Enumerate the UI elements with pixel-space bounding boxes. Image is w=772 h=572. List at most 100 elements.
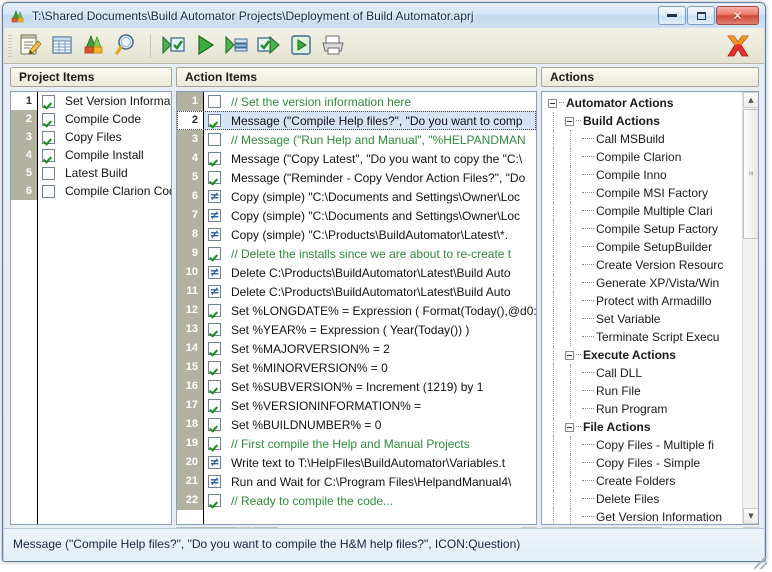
tree-collapse-icon[interactable] [548, 98, 557, 108]
exit-button[interactable] [722, 31, 756, 61]
action-item-checkbox-cell[interactable] [203, 434, 225, 453]
checkbox-checked-icon[interactable] [208, 399, 221, 412]
tree-leaf-node[interactable]: Copy Files - Simple [542, 454, 740, 472]
action-item-row[interactable]: 19 // First compile the Help and Manual P… [177, 434, 536, 453]
find-button[interactable] [112, 31, 142, 61]
run-step-button[interactable] [223, 31, 253, 61]
tree-group-node[interactable]: Automator Actions [542, 94, 740, 112]
project-item-row[interactable]: 5 Latest Build [11, 164, 171, 182]
checkbox-notequal-icon[interactable] [208, 474, 221, 488]
tree-leaf-node[interactable]: Call DLL [542, 364, 740, 382]
action-item-row[interactable]: 17 Set %VERSIONINFORMATION% = [177, 396, 536, 415]
tree-collapse-icon[interactable] [565, 350, 574, 360]
action-item-checkbox-cell[interactable] [203, 453, 225, 472]
action-item-checkbox-cell[interactable] [203, 187, 225, 206]
action-item-checkbox-cell[interactable] [203, 320, 225, 339]
checkbox-unchecked-icon[interactable] [208, 133, 221, 146]
actions-tree[interactable]: Automator Actions Build Actions Call MSBui… [541, 91, 759, 525]
tree-leaf-node[interactable]: Compile Inno [542, 166, 740, 184]
run-checked-button[interactable] [159, 31, 189, 61]
checkbox-notequal-icon[interactable] [208, 227, 221, 241]
action-item-checkbox-cell[interactable] [203, 111, 225, 130]
tree-leaf-node[interactable]: Call MSBuild [542, 130, 740, 148]
project-list-button[interactable] [48, 31, 78, 61]
action-item-row[interactable]: 5 Message ("Reminder - Copy Vendor Action… [177, 168, 536, 187]
action-item-row[interactable]: 12 Set %LONGDATE% = Expression ( Format(T… [177, 301, 536, 320]
tree-collapse-icon[interactable] [565, 422, 574, 432]
new-project-button[interactable] [16, 31, 46, 61]
checkbox-checked-icon[interactable] [42, 148, 55, 162]
checkbox-unchecked-icon[interactable] [208, 95, 221, 108]
checkbox-unchecked-icon[interactable] [42, 184, 55, 198]
checkbox-checked-icon[interactable] [208, 380, 221, 393]
action-item-checkbox-cell[interactable] [203, 301, 225, 320]
action-item-checkbox-cell[interactable] [203, 225, 225, 244]
checkbox-checked-icon[interactable] [208, 171, 221, 184]
tree-leaf-node[interactable]: Set Variable [542, 310, 740, 328]
checkbox-checked-icon[interactable] [208, 494, 221, 507]
checkbox-notequal-icon[interactable] [208, 189, 221, 203]
action-item-checkbox-cell[interactable] [203, 149, 225, 168]
run-button[interactable] [191, 31, 221, 61]
action-item-row[interactable]: 18 Set %BUILDNUMBER% = 0 [177, 415, 536, 434]
tree-leaf-node[interactable]: Generate XP/Vista/Win [542, 274, 740, 292]
tree-leaf-node[interactable]: Create Version Resourc [542, 256, 740, 274]
checkbox-checked-icon[interactable] [42, 130, 55, 144]
action-item-row[interactable]: 9 // Delete the installs since we are abo… [177, 244, 536, 263]
project-item-checkbox-cell[interactable] [37, 164, 59, 182]
checkbox-notequal-icon[interactable] [208, 265, 221, 279]
tree-leaf-node[interactable]: Protect with Armadillo [542, 292, 740, 310]
tree-leaf-node[interactable]: Copy Files - Multiple fi [542, 436, 740, 454]
tree-leaf-node[interactable]: Run File [542, 382, 740, 400]
action-item-row[interactable]: 15 Set %MINORVERSION% = 0 [177, 358, 536, 377]
project-item-row[interactable]: 3 Copy Files [11, 128, 171, 146]
checkbox-checked-icon[interactable] [42, 112, 55, 126]
checkbox-checked-icon[interactable] [208, 114, 221, 127]
vscroll-down-arrow[interactable]: ▼ [743, 508, 758, 524]
action-item-row[interactable]: 2 Message ("Compile Help files?", "Do you… [177, 111, 536, 130]
tree-group-node[interactable]: Execute Actions [542, 346, 740, 364]
tree-leaf-node[interactable]: Compile Setup Factory [542, 220, 740, 238]
project-item-checkbox-cell[interactable] [37, 128, 59, 146]
checkbox-checked-icon[interactable] [208, 247, 221, 260]
project-item-row[interactable]: 6 Compile Clarion Code [11, 182, 171, 200]
project-item-row[interactable]: 1 Set Version Information [11, 92, 171, 110]
minimize-button[interactable] [658, 6, 686, 25]
run-all-button[interactable] [287, 31, 317, 61]
tree-group-node[interactable]: File Actions [542, 418, 740, 436]
action-items-list[interactable]: 1 // Set the version information here 2 Mes… [176, 91, 537, 525]
checkbox-checked-icon[interactable] [208, 323, 221, 336]
action-item-row[interactable]: 22 // Ready to compile the code... [177, 491, 536, 510]
checkbox-checked-icon[interactable] [208, 152, 221, 165]
action-item-row[interactable]: 11 Delete C:\Products\BuildAutomator\Late… [177, 282, 536, 301]
project-item-checkbox-cell[interactable] [37, 182, 59, 200]
action-item-checkbox-cell[interactable] [203, 396, 225, 415]
action-item-checkbox-cell[interactable] [203, 472, 225, 491]
close-button[interactable]: ✕ [716, 6, 759, 25]
project-item-checkbox-cell[interactable] [37, 92, 59, 110]
checkbox-notequal-icon[interactable] [208, 208, 221, 222]
action-item-row[interactable]: 4 Message ("Copy Latest", "Do you want to… [177, 149, 536, 168]
action-item-row[interactable]: 21 Run and Wait for C:\Program Files\Help… [177, 472, 536, 491]
action-item-row[interactable]: 10 Delete C:\Products\BuildAutomator\Late… [177, 263, 536, 282]
check-and-run-button[interactable] [255, 31, 285, 61]
action-item-row[interactable]: 14 Set %MAJORVERSION% = 2 [177, 339, 536, 358]
tree-leaf-node[interactable]: Compile Multiple Clari [542, 202, 740, 220]
checkbox-checked-icon[interactable] [42, 94, 55, 108]
action-item-row[interactable]: 3 // Message ("Run Help and Manual", "%HE… [177, 130, 536, 149]
checkbox-notequal-icon[interactable] [208, 284, 221, 298]
vscroll-thumb[interactable]: ≡ [743, 109, 758, 239]
tree-leaf-node[interactable]: Run Program [542, 400, 740, 418]
checkbox-unchecked-icon[interactable] [42, 166, 55, 180]
tree-collapse-icon[interactable] [565, 116, 574, 126]
action-item-row[interactable]: 8 Copy (simple) "C:\Products\BuildAutomat… [177, 225, 536, 244]
project-item-row[interactable]: 4 Compile Install [11, 146, 171, 164]
action-item-checkbox-cell[interactable] [203, 130, 225, 149]
checkbox-notequal-icon[interactable] [208, 455, 221, 469]
maximize-button[interactable] [687, 6, 715, 25]
action-item-checkbox-cell[interactable] [203, 415, 225, 434]
resize-grip[interactable] [754, 556, 767, 569]
tree-leaf-node[interactable]: Create Folders [542, 472, 740, 490]
action-item-checkbox-cell[interactable] [203, 263, 225, 282]
action-item-checkbox-cell[interactable] [203, 377, 225, 396]
